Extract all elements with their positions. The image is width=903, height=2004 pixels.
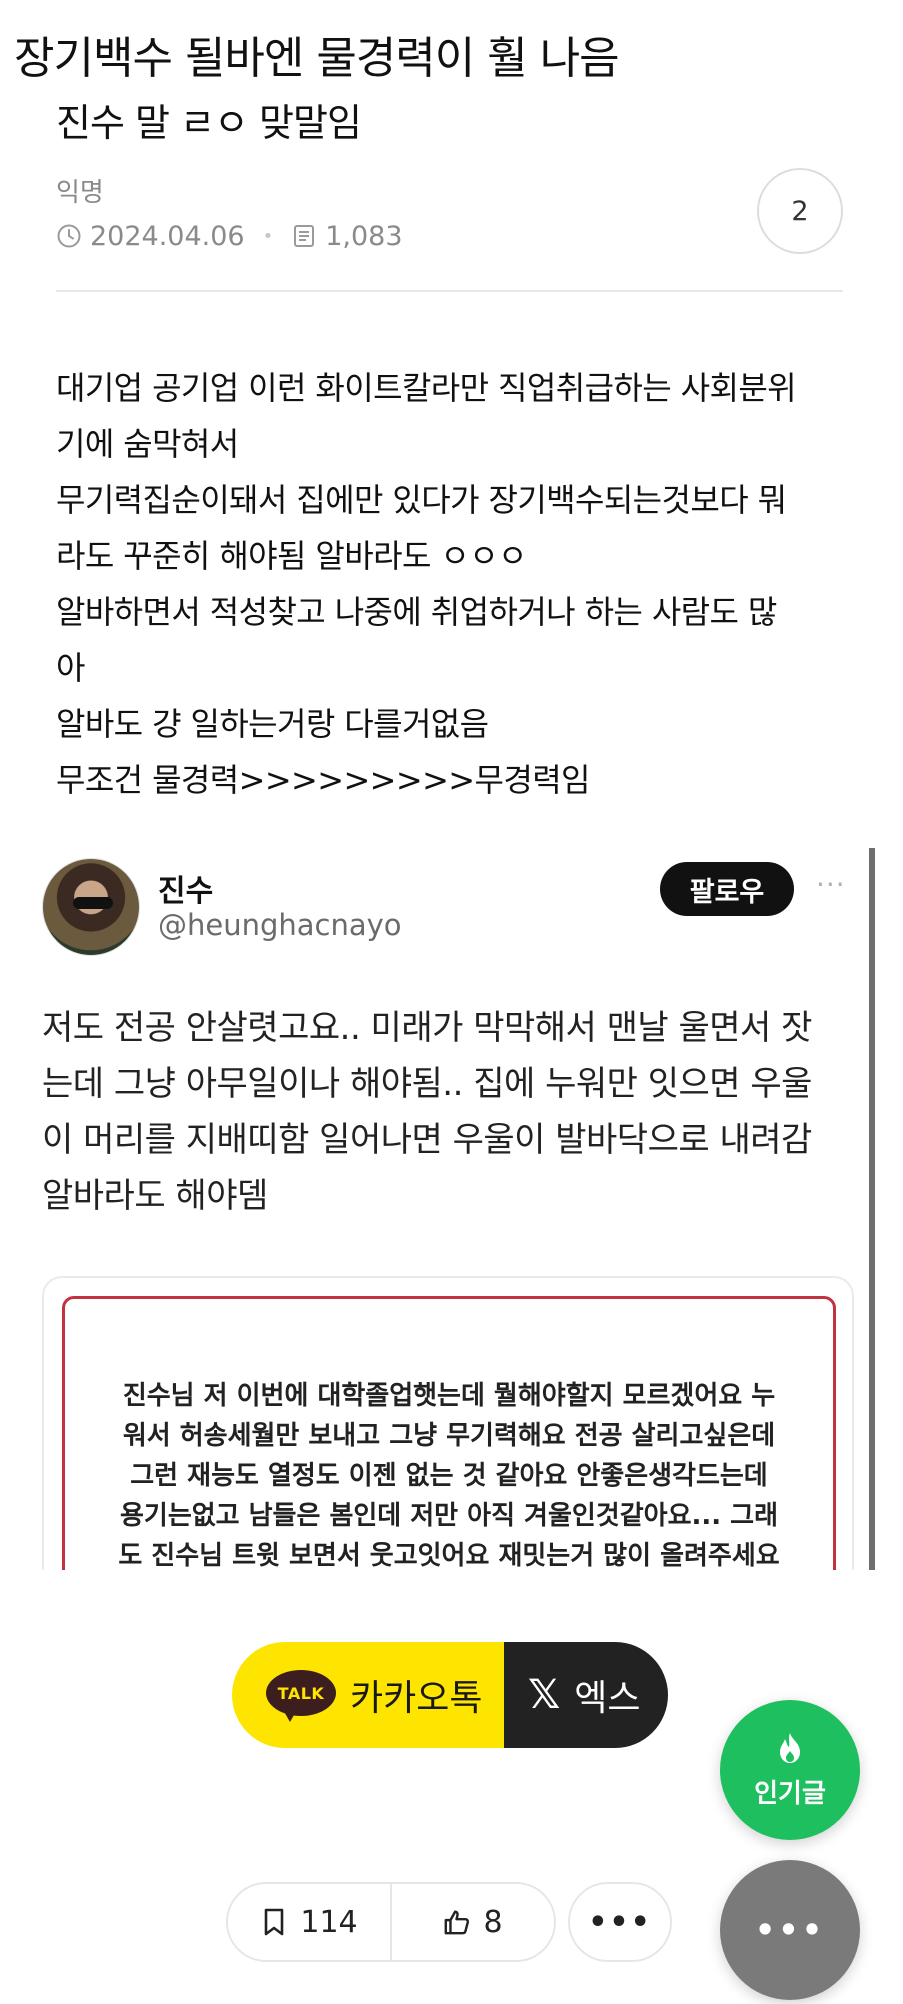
like-button[interactable]: 8 [392,1884,554,1960]
quoted-card-text: 진수님 저 이번에 대학졸업햇는데 뭘해야할지 모르겠어요 누 워서 허송세월만… [62,1376,836,1570]
tweet-line: 는데 그냥 아무일이나 해야됨.. 집에 누워만 잇으면 우울 [42,1064,812,1104]
share-kakaotalk-button[interactable]: TALK 카카오톡 [232,1642,504,1748]
post-title: 장기백수 될바엔 물경력이 훨 나음 [14,33,620,84]
tweet-more-icon: ··· [816,868,846,901]
card-line: 워서 허송세월만 보내고 그냥 무기력해요 전공 살리고싶은데 [122,1421,776,1451]
post-action-bar: 114 8 [226,1882,556,1962]
card-line: 도 진수님 트윗 보면서 웃고잇어요 재밋는거 많이 올려주세요 [118,1541,780,1570]
view-count: 1,083 [325,220,403,252]
thumbs-up-icon [443,1907,471,1937]
fire-icon [775,1731,805,1769]
share-x-button[interactable]: 𝕏 엑스 [504,1642,668,1748]
follow-button: 팔로우 [660,862,794,916]
more-options-button[interactable]: ••• [568,1882,672,1962]
popular-label: 인기글 [754,1778,826,1809]
image-edge-line [869,848,875,1570]
bookmark-icon [260,1907,288,1937]
post-meta: 2024.04.06 • 1,083 [56,218,403,254]
tweet-line: 이 머리를 지배띠함 일어나면 우울이 발바닥으로 내려감 [42,1120,812,1160]
tweet-line: 저도 전공 안살렷고요.. 미래가 막막해서 맨날 울면서 잣 [42,1008,812,1048]
tweet-line: 알바라도 해야뎀 [42,1176,268,1216]
avatar [42,858,140,956]
body-line: 대기업 공기업 이런 화이트칼라만 직업취급하는 사회분위 [56,369,797,407]
bookmark-count: 114 [300,1904,358,1940]
body-line: 무조건 물경력>>>>>>>>>무경력임 [56,761,590,799]
bookmark-button[interactable]: 114 [228,1884,390,1960]
body-line: 라도 꾸준히 해야됨 알바라도 ㅇㅇㅇ [56,537,527,575]
document-icon [291,223,317,249]
meta-separator: • [262,225,274,247]
body-line: 기에 숨막혀서 [56,425,239,463]
x-label: 엑스 [574,1678,641,1719]
post-date: 2024.04.06 [90,220,245,252]
comment-count-button[interactable]: 2 [757,168,843,254]
kakaotalk-label: 카카오톡 [350,1678,483,1719]
tweet-text: 저도 전공 안살렷고요.. 미래가 막막해서 맨날 울면서 잣 는데 그냥 아무… [42,1000,862,1224]
tweet-author-name: 진수 [158,874,214,909]
card-line: 용기는없고 남들은 봄인데 저만 아직 겨울인것같아요... 그래 [119,1501,779,1531]
comment-count: 2 [791,195,809,227]
tweet-author-handle: @heunghacnayo [158,908,402,942]
post-subtitle: 진수 말 ㄹㅇ 맞말임 [56,101,362,145]
header-divider [56,290,843,292]
body-line: 알바하면서 적성찾고 나중에 취업하거나 하는 사람도 많 [56,593,777,631]
kakaotalk-icon: TALK [266,1670,336,1722]
like-count: 8 [483,1904,503,1940]
clock-icon [56,223,82,249]
card-line: 그런 재능도 열정도 이젠 없는 것 같아요 안좋은생각드는데 [130,1461,768,1491]
embedded-tweet-image[interactable]: 진수 @heunghacnayo 팔로우 ··· 저도 전공 안살렷고요.. 미… [0,840,903,1570]
x-logo-icon: 𝕏 [528,1672,561,1718]
body-line: 알바도 걍 일하는거랑 다를거없음 [56,705,489,743]
popular-posts-button[interactable]: 인기글 [720,1700,860,1840]
post-body: 대기업 공기업 이런 화이트칼라만 직업취급하는 사회분위 기에 숨막혀서 무기… [56,360,856,808]
body-line: 아 [56,649,85,687]
floating-more-button[interactable]: ••• [720,1860,860,2000]
share-bar: TALK 카카오톡 𝕏 엑스 [232,1642,668,1748]
author-name: 익명 [56,178,104,208]
card-line: 진수님 저 이번에 대학졸업햇는데 뭘해야할지 모르겠어요 누 [122,1381,776,1411]
body-line: 무기력집순이돼서 집에만 있다가 장기백수되는것보다 뭐 [56,481,787,519]
